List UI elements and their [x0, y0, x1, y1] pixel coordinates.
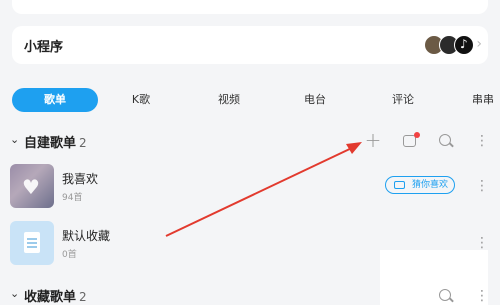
more-icon[interactable]: ⋮ [472, 176, 492, 196]
collected-playlists-count: 2 [79, 290, 87, 304]
import-icon[interactable] [400, 131, 420, 151]
chevron-down-icon[interactable]: ⌄ [10, 133, 19, 146]
tab-chuanchuan[interactable]: 串串 [472, 88, 500, 112]
more-icon[interactable]: ⋮ [472, 131, 492, 151]
tab-comments[interactable]: 评论 [388, 88, 418, 112]
guess-you-like-button[interactable]: 猜你喜欢 [385, 176, 455, 194]
tab-radio[interactable]: 电台 [300, 88, 330, 112]
playlist-cover [10, 221, 54, 265]
more-icon[interactable]: ⋮ [472, 286, 492, 305]
playlist-count: 94首 [62, 193, 83, 203]
mini-programs-card[interactable]: 小程序 › [12, 26, 488, 64]
playlist-count: 0首 [62, 250, 77, 260]
playlist-cover: ♥ [10, 164, 54, 208]
playlist-name: 我喜欢 [62, 172, 99, 186]
top-card [12, 0, 488, 14]
collected-playlists-title: 收藏歌单 2 [24, 290, 87, 305]
created-playlists-title: 自建歌单 2 [24, 136, 87, 151]
tiktok-icon[interactable] [454, 35, 474, 55]
created-playlists-count: 2 [79, 136, 87, 150]
chevron-down-icon[interactable]: ⌄ [10, 287, 19, 300]
chevron-right-icon[interactable]: › [476, 36, 482, 52]
document-icon [24, 232, 40, 253]
tab-videos[interactable]: 视频 [214, 88, 244, 112]
radio-icon [394, 181, 405, 189]
mini-programs-title: 小程序 [24, 40, 64, 55]
notification-dot [414, 132, 420, 138]
search-icon[interactable] [436, 286, 456, 305]
tab-karaoke[interactable]: K歌 [126, 88, 156, 112]
list-item[interactable]: ♥ 我喜欢 94首 猜你喜欢 ⋮ [10, 164, 490, 208]
library-tabs: 歌单 K歌 视频 电台 评论 串串 [0, 88, 500, 112]
heart-icon: ♥ [22, 175, 40, 199]
collected-playlists-header[interactable]: ⌄ 收藏歌单 2 [10, 285, 490, 305]
tab-playlists[interactable]: 歌单 [12, 88, 98, 112]
playlist-name: 默认收藏 [62, 229, 111, 243]
mini-program-icons[interactable] [424, 35, 484, 55]
plus-icon[interactable]: + [363, 130, 383, 151]
search-icon[interactable] [436, 131, 456, 151]
